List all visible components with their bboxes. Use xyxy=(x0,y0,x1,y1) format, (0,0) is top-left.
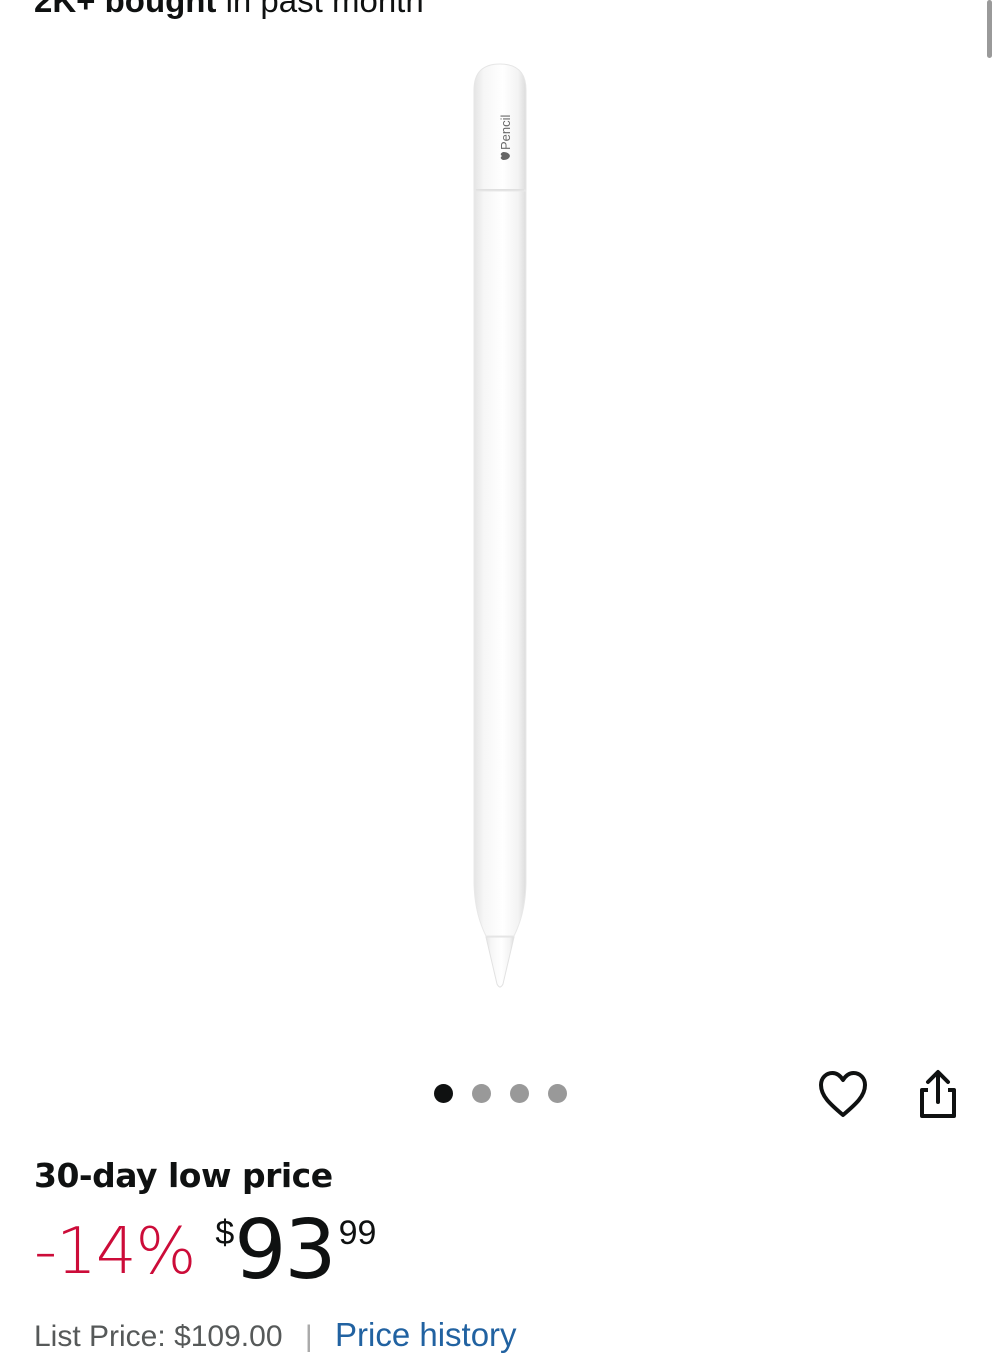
list-price-label: List Price: xyxy=(34,1320,166,1353)
price-fraction: 99 xyxy=(338,1214,377,1252)
heart-outline-icon xyxy=(819,1071,867,1117)
price-whole: 93 xyxy=(234,1203,336,1298)
list-price-row: List Price: $109.00 | Price history xyxy=(34,1316,517,1354)
price-row: -14% $ 93 99 xyxy=(34,1208,376,1298)
separator: | xyxy=(304,1320,313,1353)
price-history-link[interactable]: Price history xyxy=(335,1316,517,1353)
carousel-dot[interactable] xyxy=(433,1084,453,1103)
list-price-value: $109.00 xyxy=(174,1320,283,1353)
carousel-dot[interactable] xyxy=(471,1084,491,1103)
product-image[interactable]: Pencil xyxy=(0,40,1000,1050)
bought-suffix: in past month xyxy=(225,0,424,19)
svg-text:Pencil: Pencil xyxy=(498,114,513,150)
discount-percent: -14% xyxy=(34,1215,196,1289)
favorite-button[interactable] xyxy=(816,1068,870,1120)
pencil-illustration: Pencil xyxy=(473,63,527,988)
share-icon xyxy=(920,1070,956,1118)
carousel-dot[interactable] xyxy=(509,1084,529,1103)
share-button[interactable] xyxy=(914,1068,962,1122)
bought-count: 2K+ bought xyxy=(34,0,217,19)
bought-in-past-month: 2K+ bought in past month xyxy=(34,0,424,20)
carousel-dot[interactable] xyxy=(547,1084,567,1103)
price: $ 93 99 xyxy=(215,1208,376,1292)
deal-badge: 30-day low price xyxy=(34,1156,333,1195)
price-currency: $ xyxy=(215,1214,235,1252)
